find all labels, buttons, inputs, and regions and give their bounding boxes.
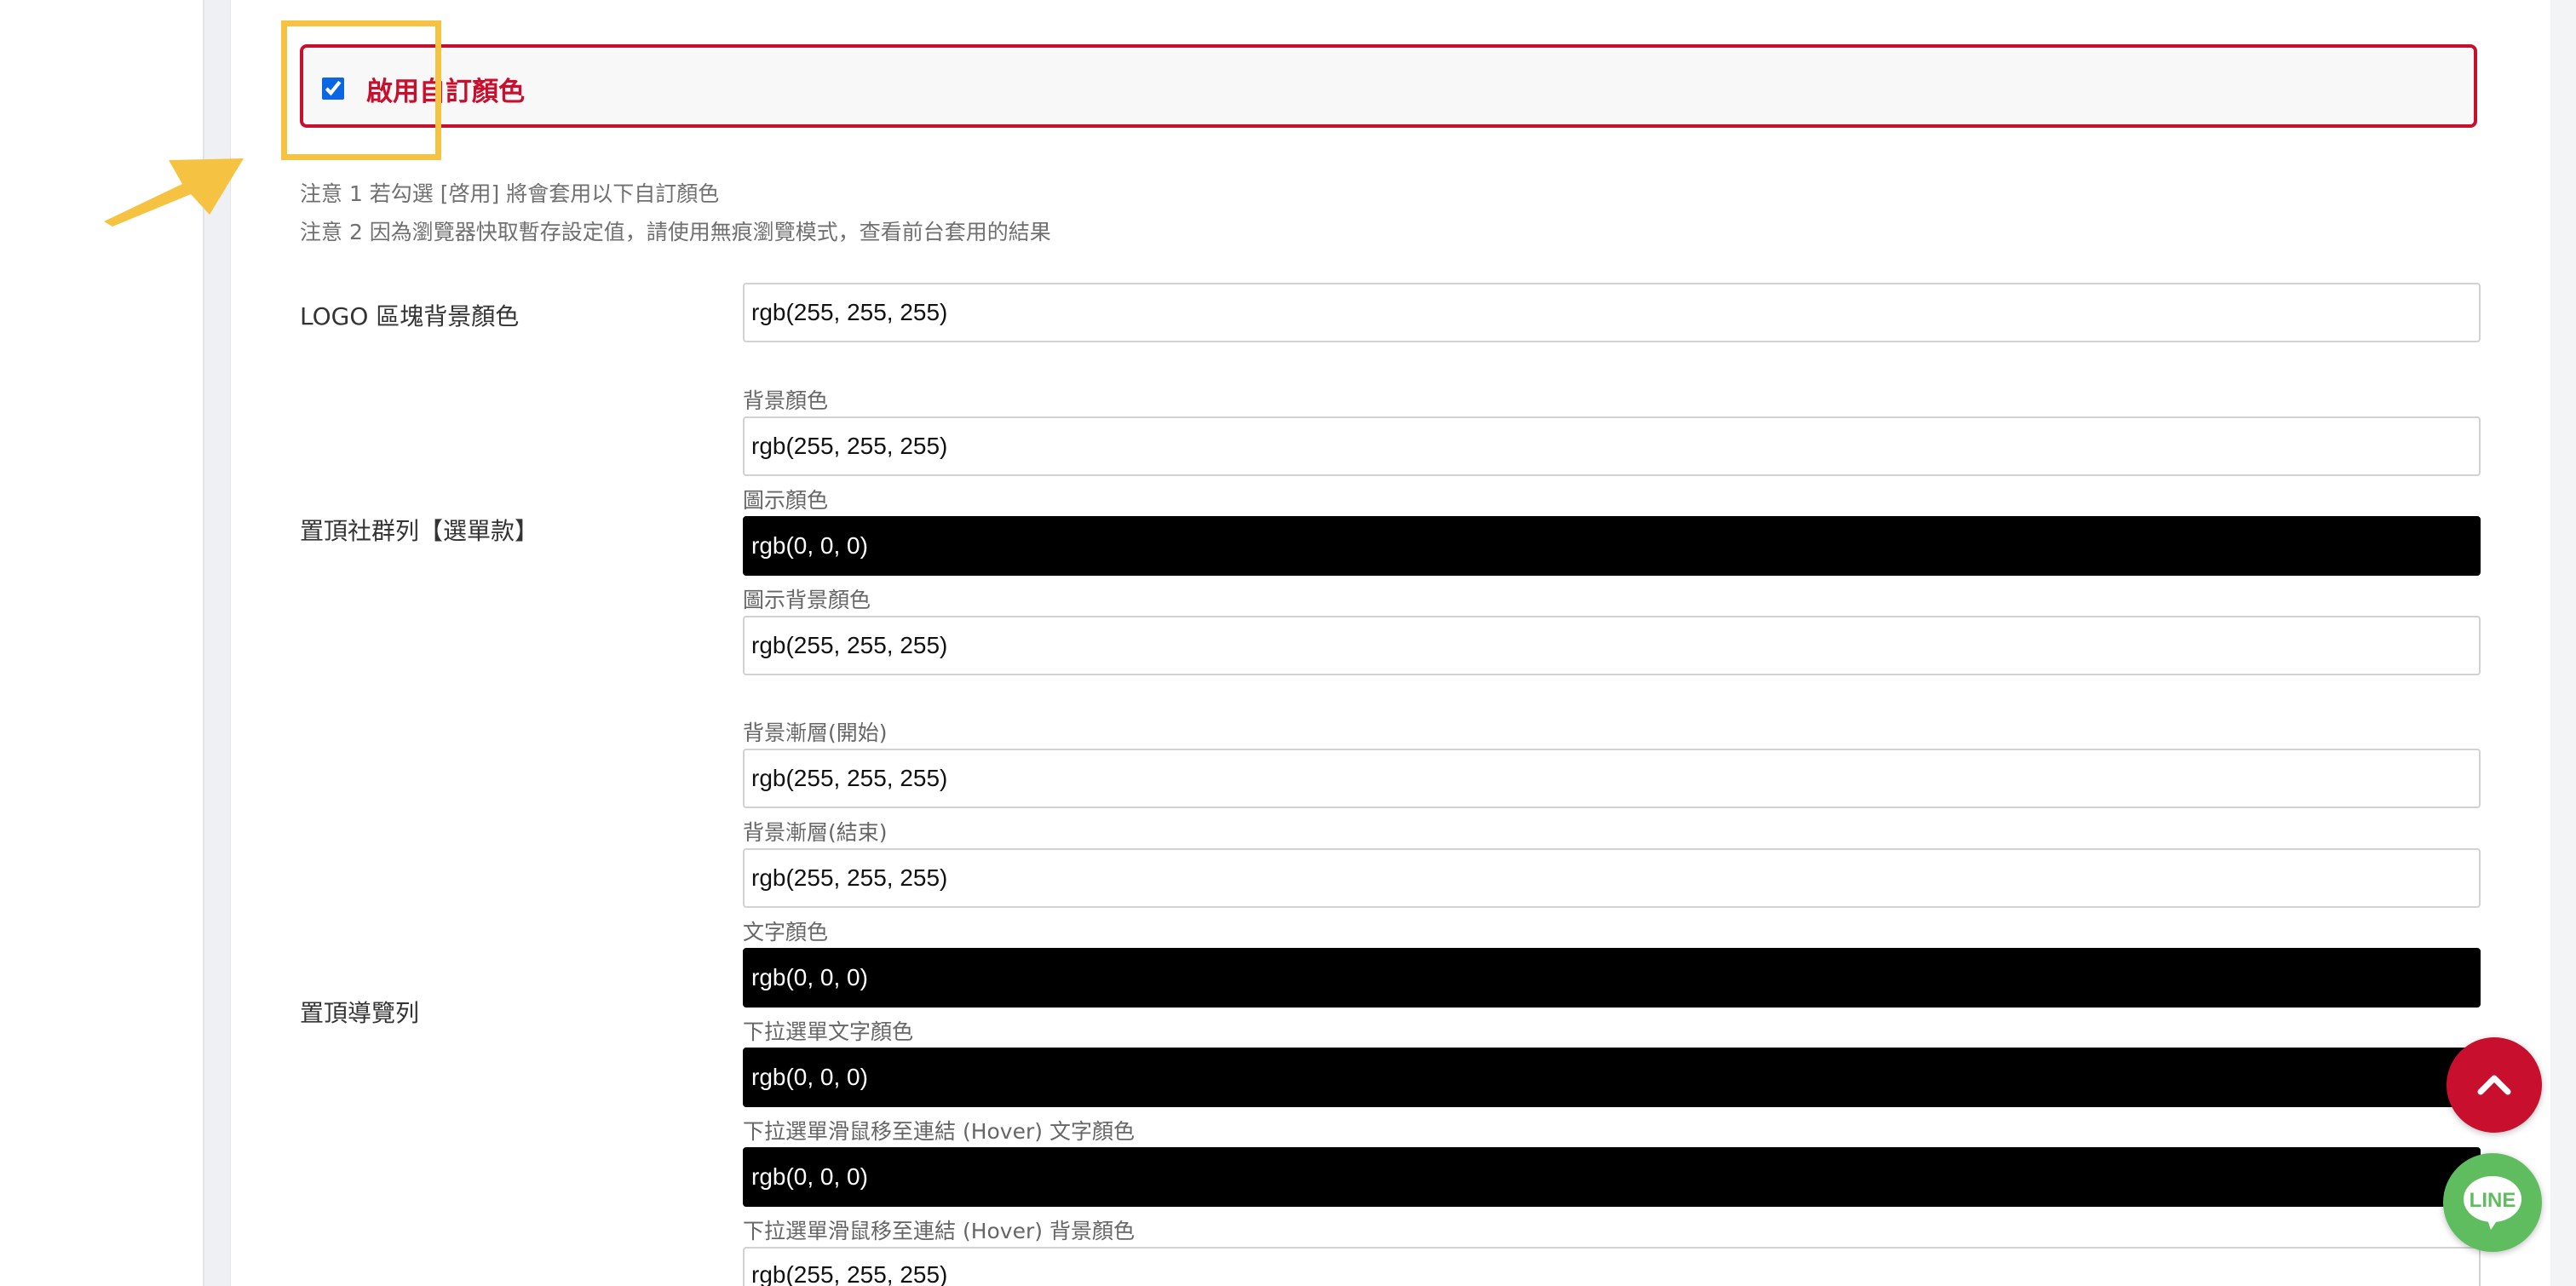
social-icon-bg-color-caption: 圖示背景顏色 bbox=[743, 588, 871, 612]
enable-custom-color-box bbox=[300, 44, 2477, 128]
logo-background-color-input[interactable] bbox=[743, 283, 2481, 342]
social-bg-color-input[interactable] bbox=[743, 416, 2481, 476]
dropdown-hover-bg-color-input[interactable] bbox=[743, 1247, 2481, 1286]
annotation-arrow-icon bbox=[104, 158, 244, 227]
social-bg-color-caption: 背景顏色 bbox=[743, 388, 829, 413]
dropdown-text-color-caption: 下拉選單文字顏色 bbox=[743, 1019, 914, 1044]
dropdown-hover-text-color-caption: 下拉選單滑鼠移至連結 (Hover) 文字顏色 bbox=[743, 1119, 1135, 1144]
nav-gradient-start-input[interactable] bbox=[743, 749, 2481, 808]
scroll-to-top-button[interactable] bbox=[2447, 1037, 2542, 1133]
nav-text-color-caption: 文字顏色 bbox=[743, 920, 829, 944]
line-chat-label: LINE bbox=[2470, 1189, 2516, 1212]
nav-bar-label: 置頂導覽列 bbox=[300, 999, 420, 1027]
nav-gradient-end-caption: 背景漸層(結束) bbox=[743, 820, 888, 845]
line-chat-button[interactable]: LINE bbox=[2443, 1153, 2542, 1252]
social-bar-label: 置頂社群列【選單款】 bbox=[300, 517, 539, 545]
line-chat-icon: LINE bbox=[2464, 1176, 2521, 1230]
highlight-annotation-box bbox=[281, 20, 441, 160]
dropdown-hover-text-color-input[interactable] bbox=[743, 1147, 2481, 1207]
social-icon-bg-color-input[interactable] bbox=[743, 616, 2481, 675]
chevron-up-icon bbox=[2477, 1075, 2511, 1095]
nav-text-color-input[interactable] bbox=[743, 948, 2481, 1008]
logo-background-label: LOGO 區塊背景顏色 bbox=[300, 302, 520, 330]
dropdown-text-color-input[interactable] bbox=[743, 1048, 2481, 1107]
note-2: 注意 2 因為瀏覽器快取暫存設定值，請使用無痕瀏覽模式，查看前台套用的結果 bbox=[300, 220, 1051, 244]
social-icon-color-input[interactable] bbox=[743, 516, 2481, 576]
nav-gradient-start-caption: 背景漸層(開始) bbox=[743, 721, 888, 745]
social-icon-color-caption: 圖示顏色 bbox=[743, 488, 829, 513]
right-rail bbox=[2550, 0, 2576, 1286]
nav-gradient-end-input[interactable] bbox=[743, 848, 2481, 908]
dropdown-hover-bg-color-caption: 下拉選單滑鼠移至連結 (Hover) 背景顏色 bbox=[743, 1219, 1135, 1243]
note-1: 注意 1 若勾選 [啓用] 將會套用以下自訂顏色 bbox=[300, 181, 720, 206]
